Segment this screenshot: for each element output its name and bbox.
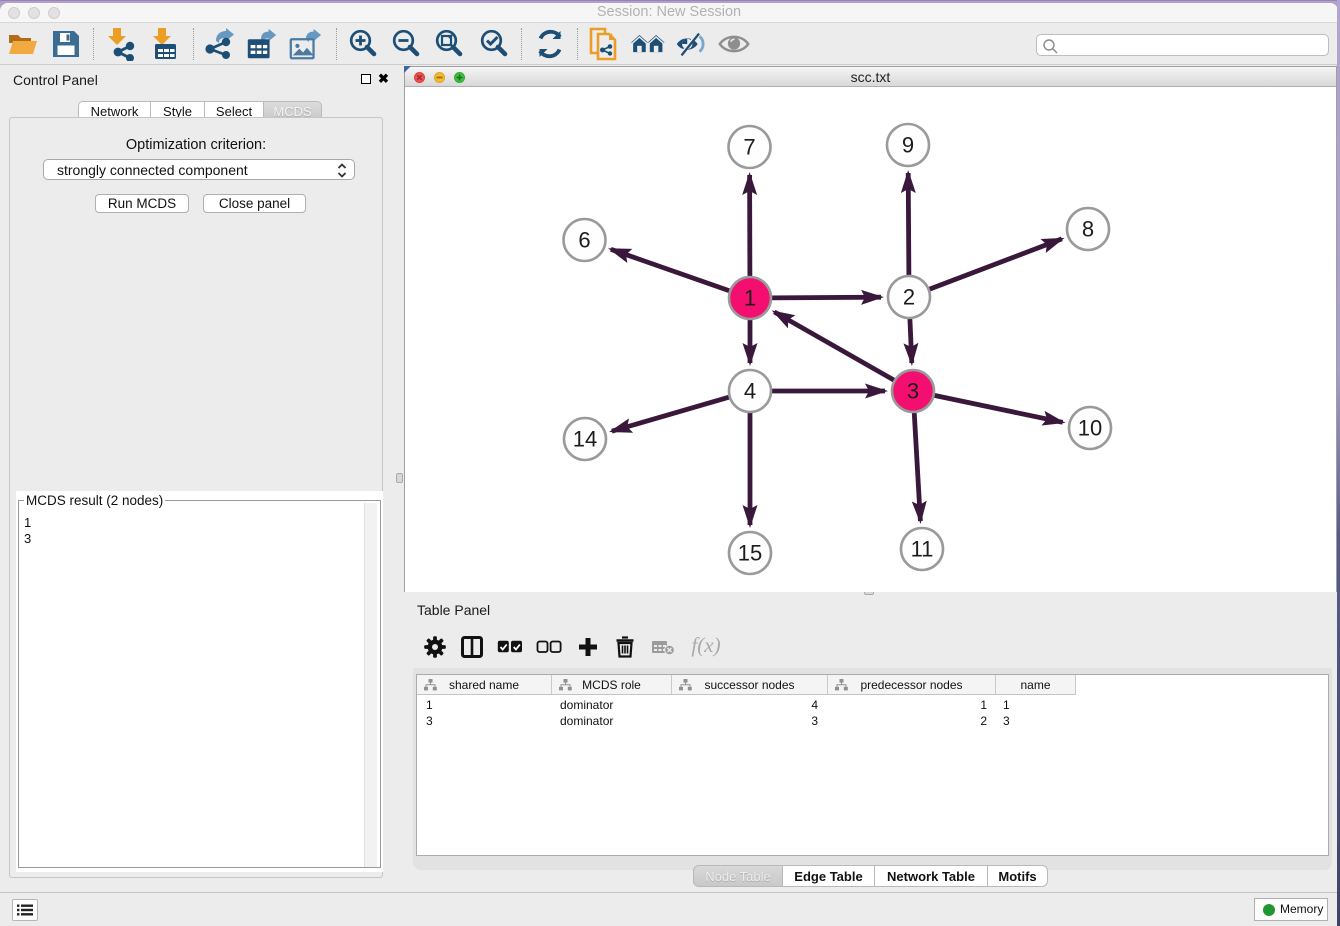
svg-text:6: 6 [578, 228, 590, 253]
svg-text:2: 2 [903, 285, 915, 310]
svg-text:8: 8 [1082, 217, 1094, 242]
svg-text:7: 7 [743, 135, 755, 160]
svg-text:1: 1 [744, 286, 756, 311]
svg-text:15: 15 [738, 541, 762, 566]
svg-text:3: 3 [907, 379, 919, 404]
svg-text:10: 10 [1078, 416, 1102, 441]
svg-text:14: 14 [573, 427, 597, 452]
svg-text:11: 11 [911, 537, 934, 562]
svg-text:4: 4 [744, 379, 756, 404]
svg-text:9: 9 [902, 133, 914, 158]
